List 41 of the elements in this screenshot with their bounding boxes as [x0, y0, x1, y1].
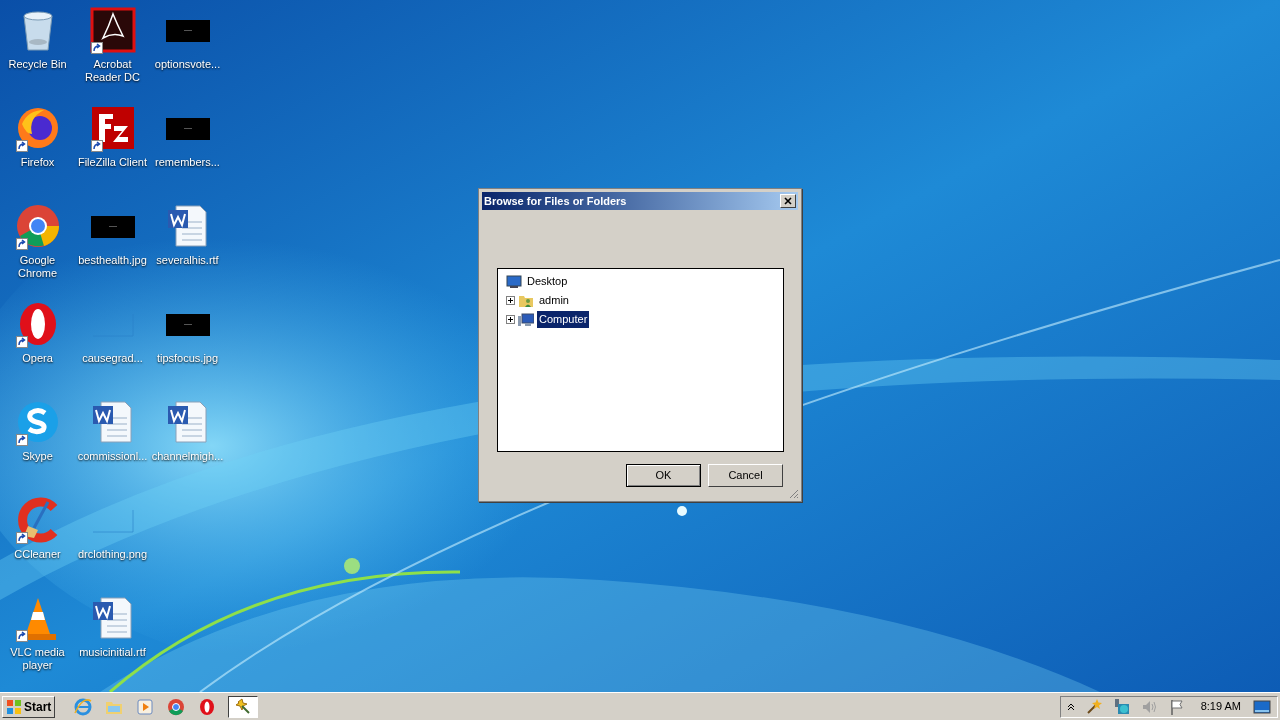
start-button[interactable]: Start	[2, 695, 56, 718]
icon-label[interactable]: remembers...	[149, 156, 226, 169]
dialog-button[interactable]: OK	[626, 464, 701, 487]
chrome-icon	[167, 697, 186, 716]
flag-icon[interactable]	[1168, 697, 1185, 716]
expand-toggle[interactable]	[506, 296, 515, 305]
show-desktop-icon[interactable]	[1253, 699, 1271, 714]
tree-item[interactable]: Computer	[537, 311, 590, 328]
close-button[interactable]	[780, 194, 796, 208]
window-title: Browse for Files or Folders	[484, 193, 627, 209]
icon-label[interactable]: FileZilla Client	[74, 156, 151, 169]
computer-icon	[518, 311, 534, 328]
tree-item[interactable]: admin	[537, 292, 571, 309]
icon-label[interactable]: causegrad...	[74, 352, 151, 365]
icon-label[interactable]: drclothing.png	[74, 548, 151, 561]
icon-label[interactable]: Recycle Bin	[0, 58, 76, 71]
icon-label[interactable]: besthealth.jpg	[74, 254, 151, 267]
opera-icon	[198, 697, 217, 716]
acrobat-icon[interactable]	[88, 6, 137, 54]
network-icon[interactable]	[1112, 697, 1131, 716]
icon-label[interactable]: optionsvote...	[149, 58, 226, 71]
desktop-icon	[506, 273, 522, 290]
taskbar-button[interactable]	[228, 695, 259, 718]
close-icon	[784, 197, 792, 205]
media-player-icon	[136, 697, 155, 716]
icon-label[interactable]: musicinitial.rtf	[74, 646, 151, 659]
icon-label[interactable]: Acrobat Reader DC	[74, 58, 151, 84]
icon-label[interactable]: Firefox	[0, 156, 76, 169]
expand-toggle[interactable]	[506, 315, 515, 324]
icon-label[interactable]: Skype	[0, 450, 76, 463]
tree-item[interactable]: Desktop	[525, 273, 570, 290]
icon-label[interactable]: severalhis.rtf	[149, 254, 226, 267]
icon-label[interactable]: Opera	[0, 352, 76, 365]
windows-logo-icon	[6, 698, 22, 715]
resize-grip-icon	[788, 488, 799, 499]
clock[interactable]: 8:19 AM	[1200, 698, 1241, 715]
internet-explorer-icon	[74, 697, 93, 716]
chevron-up-icon[interactable]	[1066, 702, 1075, 711]
icon-label[interactable]: VLC media player	[0, 646, 76, 672]
dialog-button[interactable]: Cancel	[708, 464, 783, 487]
icon-label[interactable]: Google Chrome	[0, 254, 76, 280]
